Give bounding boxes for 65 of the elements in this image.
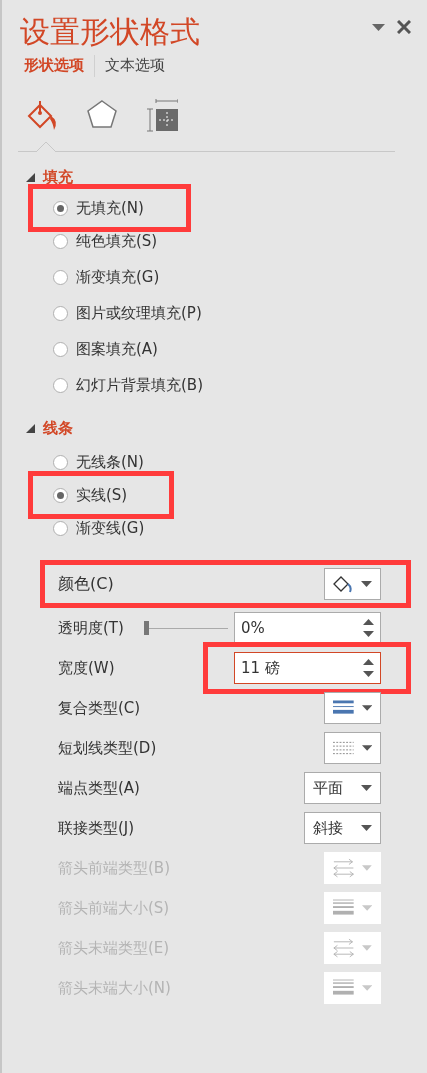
transparency-spin-field[interactable]: 0%: [234, 612, 381, 644]
caret-icon: [361, 905, 372, 911]
slider-thumb[interactable]: [144, 621, 149, 635]
radio-button[interactable]: [53, 341, 68, 357]
radio-option[interactable]: 图片或纹理填充(P): [22, 295, 208, 331]
dropdown-icon[interactable]: [372, 23, 385, 31]
tab[interactable]: 文本选项: [99, 54, 171, 77]
color-picker-button[interactable]: [324, 568, 381, 600]
row-label: 复合类型(C): [58, 698, 141, 718]
spin-up-icon[interactable]: [363, 619, 374, 625]
dropdown[interactable]: 斜接: [304, 812, 381, 844]
dash-line-icon: [333, 741, 354, 755]
radio-button[interactable]: [53, 520, 68, 536]
line-weight-icon: [333, 899, 354, 917]
caret-icon: [362, 945, 372, 951]
line-style-dropdown[interactable]: [324, 732, 381, 764]
tab[interactable]: 形状选项: [18, 54, 90, 77]
radio-button[interactable]: [53, 233, 68, 249]
panel-title: 设置形状格式: [20, 13, 200, 51]
category-tab[interactable]: [144, 99, 178, 133]
collapse-triangle-icon[interactable]: [26, 424, 35, 433]
spin-down-icon[interactable]: [363, 671, 374, 677]
radio-button[interactable]: [53, 487, 68, 503]
caret-icon: [361, 985, 372, 991]
row-label: 透明度(T): [58, 618, 124, 638]
caret-icon: [361, 745, 372, 751]
row-label: 宽度(W): [58, 658, 115, 678]
radio-button[interactable]: [53, 200, 68, 216]
radio-button[interactable]: [53, 377, 68, 393]
radio-option[interactable]: 渐变填充(G): [22, 259, 166, 295]
caret-icon: [362, 865, 372, 871]
line-style-dropdown[interactable]: [324, 692, 381, 724]
dropdown[interactable]: 平面: [304, 772, 381, 804]
line-weight-icon: [333, 979, 354, 997]
paint-bucket-icon: [333, 575, 353, 593]
radio-option[interactable]: 幻灯片背景填充(B): [22, 367, 209, 403]
row-label: 短划线类型(D): [58, 738, 157, 758]
arrows-icon: [333, 858, 355, 878]
radio-option[interactable]: 实线(S): [53, 480, 134, 510]
caret-icon: [361, 581, 372, 587]
section-header[interactable]: 填充: [43, 168, 73, 187]
size-position-icon: [144, 99, 178, 133]
radio-option[interactable]: 图案填充(A): [22, 331, 164, 367]
close-icon[interactable]: [397, 20, 411, 34]
caret-icon: [361, 785, 372, 791]
width-spin-field[interactable]: 11 磅: [234, 652, 381, 684]
radio-option[interactable]: 无填充(N): [53, 193, 150, 223]
slider-track[interactable]: [144, 621, 228, 635]
radio-option[interactable]: 渐变线(G): [22, 510, 151, 546]
row-label: 联接类型(J): [58, 818, 135, 838]
radio-button[interactable]: [53, 305, 68, 321]
row-label: 端点类型(A): [58, 778, 140, 798]
radio-option[interactable]: 无线条(N): [22, 444, 150, 480]
caret-icon: [361, 705, 372, 711]
spin-up-icon[interactable]: [363, 659, 374, 665]
radio-button[interactable]: [53, 269, 68, 285]
radio-option[interactable]: 纯色填充(S): [22, 223, 164, 259]
spin-down-icon[interactable]: [363, 631, 374, 637]
compound-line-icon: [333, 700, 354, 716]
section-header[interactable]: 线条: [43, 419, 73, 438]
row-label: 颜色(C): [58, 573, 114, 595]
arrows-icon: [333, 938, 355, 958]
radio-button[interactable]: [53, 454, 68, 470]
caret-icon: [361, 825, 372, 831]
collapse-triangle-icon[interactable]: [26, 173, 35, 182]
